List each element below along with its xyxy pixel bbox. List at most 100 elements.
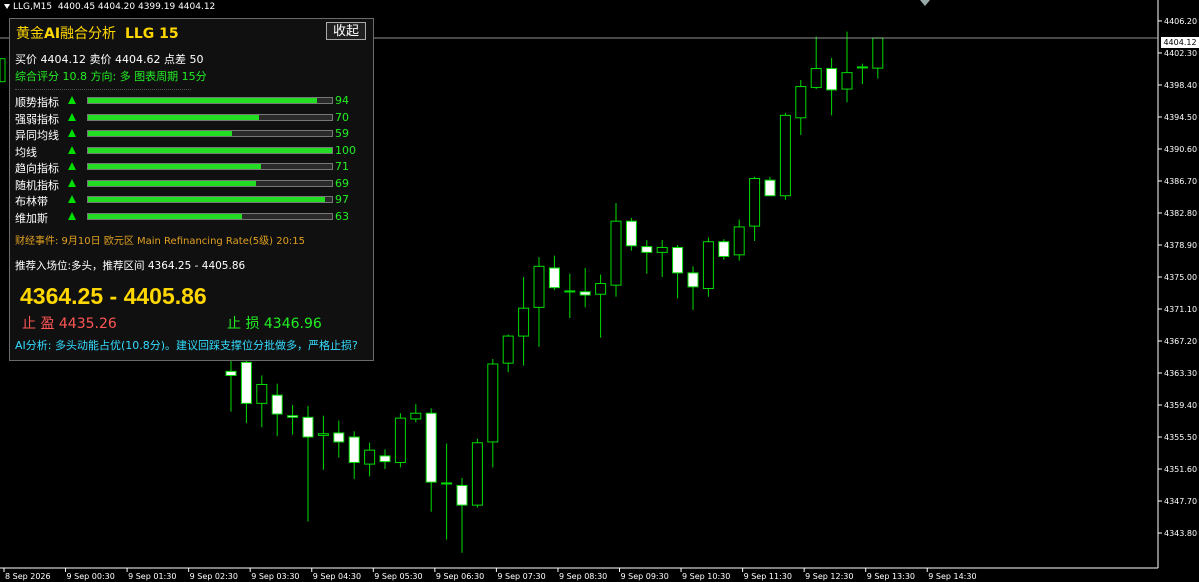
dropdown-icon[interactable] (4, 4, 10, 9)
bear-candle-body (287, 415, 299, 418)
score-line: 综合评分 10.8 方向: 多 图表周期 15分 (15, 70, 207, 83)
bull-candle-body (795, 86, 807, 119)
time-tick-label: 9 Sep 02:30 (190, 572, 238, 581)
indicator-bar (87, 113, 333, 121)
price-tick-label: 4382.80 (1164, 209, 1197, 218)
indicator-value: 100 (335, 143, 356, 157)
time-axis: 8 Sep 2026 9 Sep 00:30 9 Sep 01:30 9 Sep 02… (0, 567, 1158, 581)
indicator-value: 69 (335, 176, 349, 190)
indicator-value: 59 (335, 127, 349, 140)
bear-candle-body (672, 246, 684, 274)
candle (764, 176, 776, 197)
ai-analysis-panel: 黄金AI融合分析 LLG 15 收起 买价 4404.12 卖价 4404.62… (9, 18, 374, 361)
candle (718, 239, 730, 260)
indicator-name: 强弱指标 (15, 112, 59, 126)
candle (364, 442, 376, 477)
bear-candle-body (441, 482, 453, 485)
bull-candle-body (394, 417, 406, 463)
time-tick-label: 9 Sep 00:30 (67, 572, 115, 581)
price-tick-label: 4367.20 (1164, 337, 1197, 346)
price-tick-label: 4375.00 (1164, 273, 1197, 282)
price-tick-label: 4406.20 (1164, 17, 1197, 26)
panel-title: 黄金AI融合分析 LLG 15 (16, 26, 179, 42)
candle (826, 57, 838, 116)
indicator-bar (87, 212, 333, 220)
price-tick-label: 4398.40 (1164, 81, 1197, 90)
time-tick-label: 9 Sep 04:30 (313, 572, 361, 581)
up-arrow-icon (68, 129, 76, 137)
price-tick-label: 4347.70 (1164, 497, 1197, 506)
bull-candle-body (872, 37, 884, 69)
indicator-value: 71 (335, 160, 349, 173)
candle (333, 420, 345, 458)
bear-candle-body (641, 246, 653, 253)
bear-candle-body (302, 416, 314, 438)
indicator-bar-fill (88, 197, 325, 202)
bear-candle-body (564, 290, 576, 293)
candle (872, 37, 884, 79)
indicator-bar-fill (88, 98, 318, 103)
panel-code: LLG 15 (124, 26, 179, 42)
price-tick-label: 4343.80 (1164, 529, 1197, 538)
bear-candle-body (456, 484, 468, 506)
indicator-name: 异同均线 (15, 129, 59, 142)
bull-candle-body (702, 241, 714, 289)
bull-candle-body (810, 68, 822, 88)
price-tick-label: 4363.30 (1164, 369, 1197, 378)
indicator-name: 维加斯 (15, 211, 48, 225)
take-profit: 止 盈 4435.26 (22, 316, 117, 332)
candle (302, 405, 314, 522)
time-tick-label: 9 Sep 11:30 (744, 572, 792, 581)
bull-candle-body (533, 265, 545, 308)
price-tick-label: 4378.90 (1164, 241, 1197, 250)
indicator-bar-fill (88, 213, 242, 219)
price-tick-label: 4386.70 (1164, 177, 1197, 186)
up-arrow-icon (68, 112, 76, 121)
bull-candle-body (317, 433, 329, 436)
bull-candle-body (471, 442, 483, 506)
time-tick-label: 9 Sep 03:30 (251, 572, 299, 581)
indicator-bar-fill (88, 114, 259, 120)
candle (256, 375, 268, 428)
candle (672, 244, 684, 299)
time-tick-label: 9 Sep 07:30 (497, 572, 545, 581)
candle (394, 413, 406, 468)
shift-marker-icon[interactable] (920, 0, 930, 6)
candle (410, 404, 422, 423)
bear-candle-body (271, 394, 283, 415)
candle (810, 36, 822, 90)
up-arrow-icon (68, 211, 76, 220)
candle (641, 240, 653, 274)
candle (533, 257, 545, 347)
candle (456, 478, 468, 553)
indicator-name: 顺势指标 (15, 96, 59, 109)
indicator-bar (87, 97, 333, 104)
indicator-bar (87, 196, 333, 203)
entry-range: 4364.25 - 4405.86 (20, 283, 207, 309)
event-line: 财经事件: 9月10日 欧元区 Main Refinancing Rate(5级… (15, 236, 306, 247)
candle (779, 112, 791, 200)
time-tick-label: 9 Sep 08:30 (559, 572, 607, 581)
bull-candle-body (502, 335, 514, 364)
bull-candle-body (595, 283, 607, 295)
collapse-button[interactable]: 收起 (326, 22, 366, 40)
bear-candle-body (718, 241, 730, 257)
indicator-bar (87, 179, 333, 187)
price-tick-label: 4359.40 (1164, 401, 1197, 410)
price-tick-label: 4351.60 (1164, 465, 1197, 474)
current-price-label: 4404.12 (1161, 37, 1199, 48)
stop-loss: 止 损 4346.96 (227, 316, 322, 332)
bull-candle-body (656, 246, 668, 253)
up-arrow-icon (68, 162, 76, 170)
bull-candle-body (733, 226, 745, 256)
candle (733, 219, 745, 261)
candle (579, 267, 591, 308)
bull-candle-body (856, 66, 868, 69)
indicator-bar-fill (88, 164, 262, 169)
candle (425, 408, 437, 512)
edge-candle (0, 58, 6, 83)
up-arrow-icon (68, 178, 76, 187)
time-tick-label: 9 Sep 01:30 (128, 572, 176, 581)
time-tick-label: 8 Sep 2026 (5, 572, 51, 581)
indicator-value: 94 (335, 94, 349, 107)
